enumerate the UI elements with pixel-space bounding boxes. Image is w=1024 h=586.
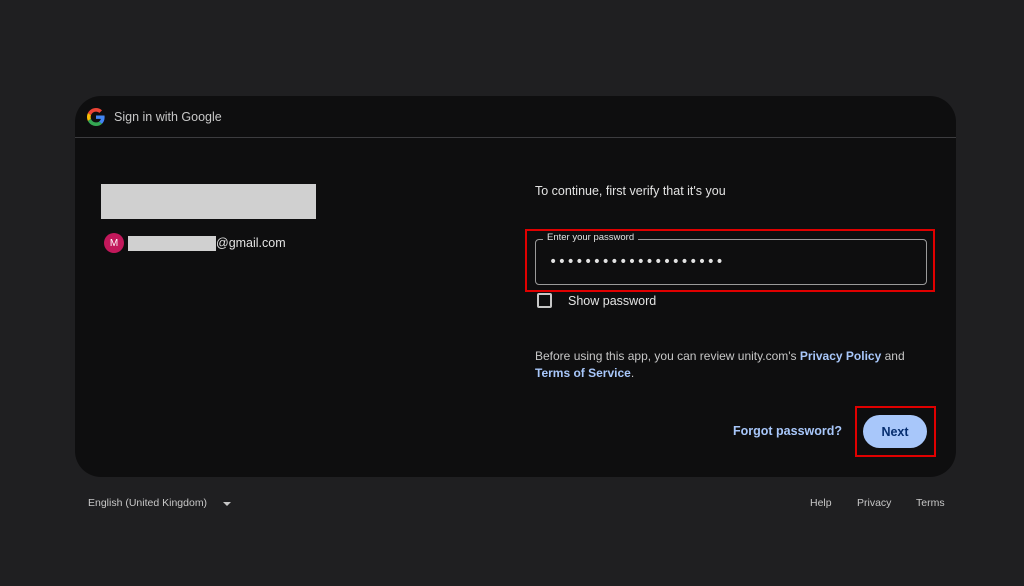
terms-text-end: .: [630, 366, 635, 380]
card-header: Sign in with Google: [75, 96, 956, 138]
terms-notice: Before using this app, you can review un…: [535, 348, 915, 382]
form-section: To continue, first verify that it's you: [535, 184, 935, 198]
sign-in-card: Sign in with Google M @gmail.com To cont…: [75, 96, 956, 477]
avatar: M: [104, 233, 124, 253]
account-section: M @gmail.com: [101, 184, 316, 253]
show-password-checkbox[interactable]: [537, 293, 552, 308]
forgot-password-link[interactable]: Forgot password?: [733, 424, 842, 438]
show-password-row[interactable]: Show password: [537, 293, 656, 308]
next-button[interactable]: Next: [863, 415, 927, 448]
redacted-name: [101, 184, 316, 219]
subtitle: To continue, first verify that it's you: [535, 184, 726, 198]
password-label: Enter your password: [543, 232, 639, 243]
terms-text-before: Before using this app, you can review un…: [535, 349, 800, 363]
header-title: Sign in with Google: [114, 109, 222, 124]
terms-link[interactable]: Terms: [916, 497, 945, 509]
terms-of-service-link[interactable]: Terms of Service: [535, 366, 631, 380]
show-password-label[interactable]: Show password: [568, 294, 656, 308]
terms-text-and: and: [881, 349, 905, 363]
privacy-link[interactable]: Privacy: [857, 497, 891, 509]
google-g-icon: [87, 107, 105, 126]
help-link[interactable]: Help: [810, 497, 832, 509]
password-field[interactable]: Enter your password ••••••••••••••••••••: [535, 232, 927, 285]
privacy-policy-link[interactable]: Privacy Policy: [800, 349, 881, 363]
footer: English (United Kingdom) Help Privacy Te…: [0, 497, 1024, 513]
email-suffix: @gmail.com: [216, 236, 286, 250]
language-selector[interactable]: English (United Kingdom): [88, 497, 232, 509]
password-input[interactable]: ••••••••••••••••••••: [549, 254, 724, 270]
language-label: English (United Kingdom): [88, 497, 208, 509]
redacted-email: [128, 235, 216, 251]
account-chip[interactable]: M @gmail.com: [101, 233, 316, 253]
caret-down-icon: [223, 501, 232, 506]
